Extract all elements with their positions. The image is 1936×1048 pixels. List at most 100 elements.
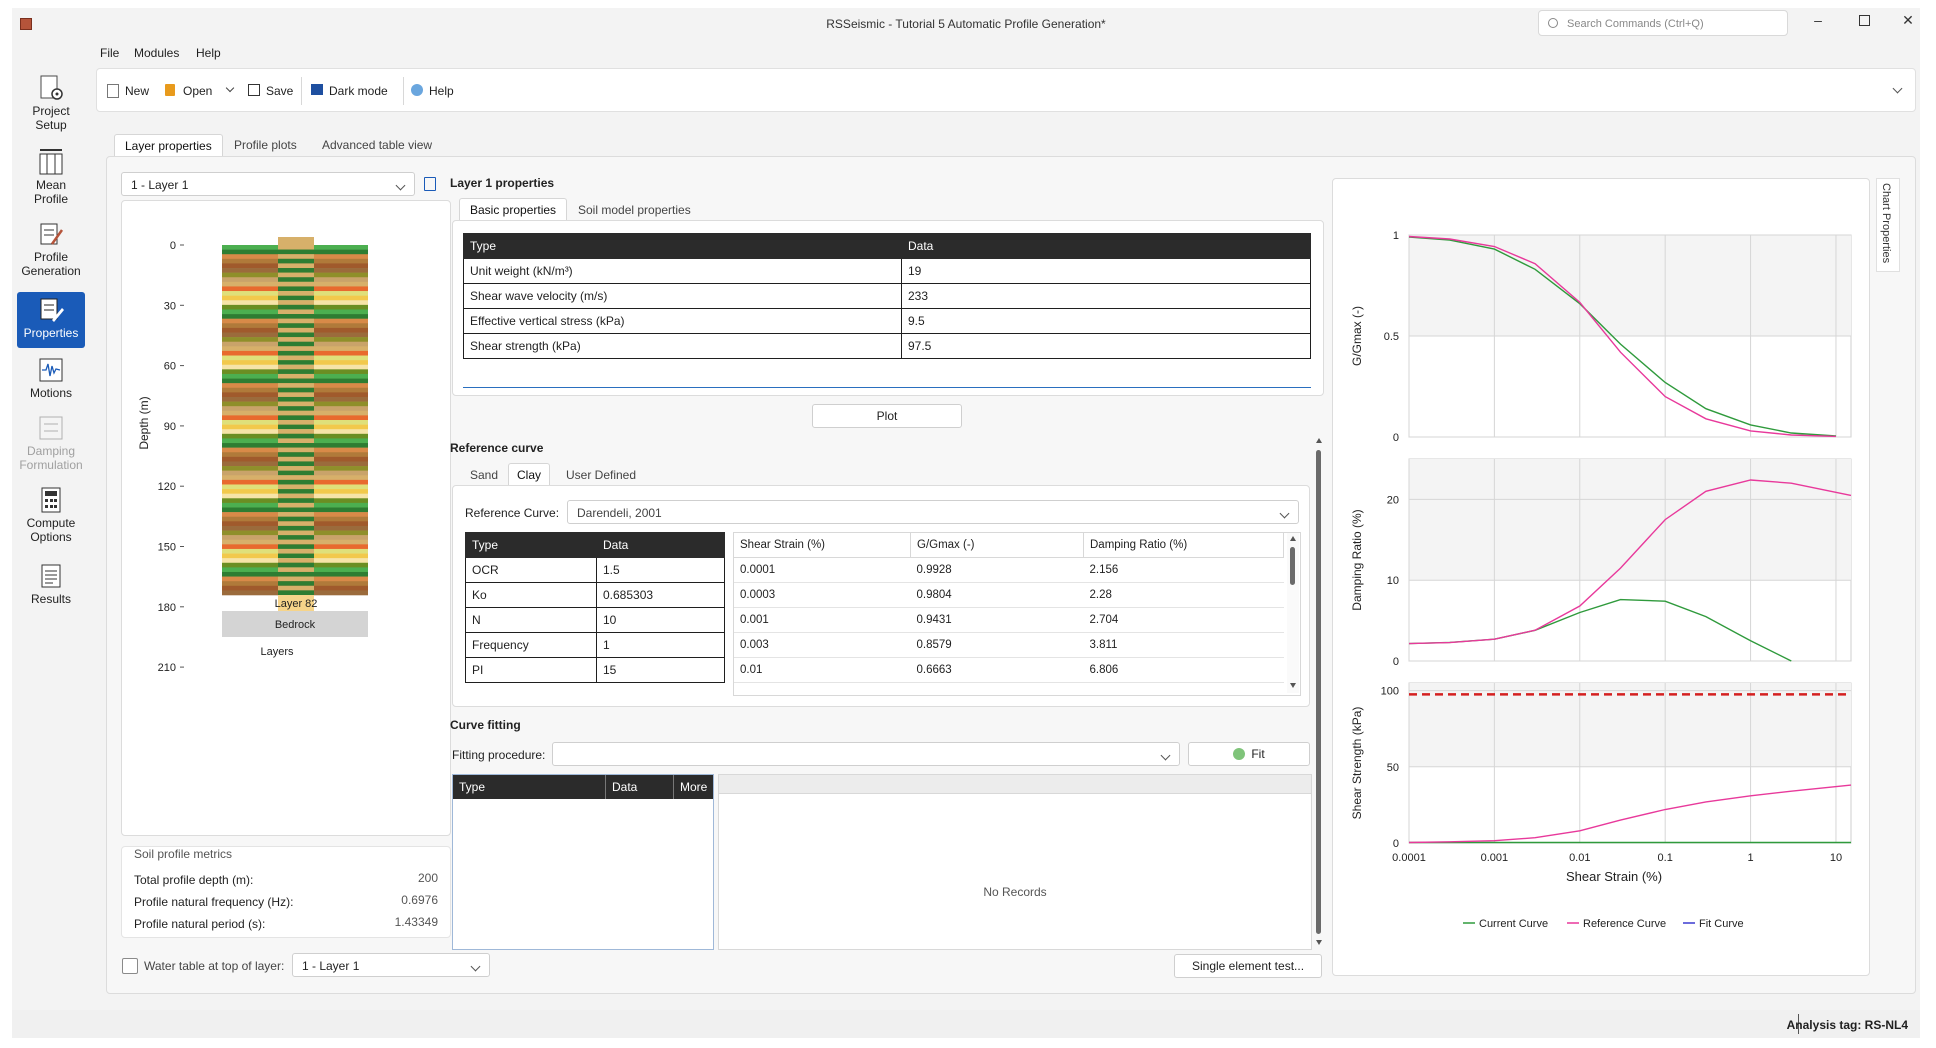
copy-layer-icon[interactable] [424, 177, 436, 191]
soil-layer-center[interactable] [278, 489, 314, 494]
close-button[interactable]: ✕ [1900, 12, 1916, 28]
soil-layer-center[interactable] [278, 502, 314, 508]
reference-curve-select[interactable]: Darendeli, 2001 [567, 500, 1299, 524]
restore-button[interactable] [1856, 12, 1872, 28]
soil-layer-center[interactable] [278, 318, 314, 324]
soil-layer-center[interactable] [278, 323, 314, 329]
table-row[interactable]: Shear wave velocity (m/s) 233 [463, 283, 1311, 309]
soil-layer-center[interactable] [278, 470, 314, 476]
soil-profile-chart[interactable]: 0 30 60 90 120 150 180 210 Depth (m) Layers Layer … [122, 201, 452, 837]
save-button[interactable]: Save [248, 83, 298, 99]
soil-layer-center[interactable] [278, 452, 314, 458]
soil-layer-center[interactable] [278, 401, 314, 407]
table-row[interactable]: Effective vertical stress (kPa) 9.5 [463, 308, 1311, 334]
sidebar-item-motions[interactable]: Motions [17, 356, 85, 408]
soil-layer-center[interactable] [278, 314, 314, 319]
table-row[interactable]: Ko 0.685303 [465, 582, 725, 608]
soil-layer-center[interactable] [278, 525, 314, 531]
soil-layer-center[interactable] [278, 484, 314, 490]
soil-layer-center[interactable] [278, 498, 314, 504]
water-table-checkbox[interactable] [122, 958, 138, 974]
soil-layer-center[interactable] [278, 291, 314, 296]
table-row[interactable]: 0.001 0.9431 2.704 [734, 607, 1284, 633]
tab-sand[interactable]: Sand [470, 468, 498, 482]
soil-layer-center[interactable] [278, 373, 314, 379]
tab-clay[interactable]: Clay [508, 463, 551, 486]
table-row[interactable]: Frequency 1 [465, 632, 725, 658]
soil-layer-center[interactable] [278, 479, 314, 485]
tab-profile-plots[interactable]: Profile plots [234, 138, 297, 152]
table-row[interactable]: 0.01 0.6663 6.806 [734, 657, 1284, 683]
soil-layer-center[interactable] [278, 553, 314, 559]
soil-layer-center[interactable] [278, 415, 314, 421]
soil-layer-center[interactable] [278, 254, 314, 260]
menu-file[interactable]: File [100, 46, 119, 60]
table-row[interactable]: Shear strength (kPa) 97.5 [463, 333, 1311, 359]
soil-layer-center[interactable] [278, 295, 314, 301]
soil-layer-center[interactable] [278, 466, 314, 471]
soil-layer-center[interactable] [278, 341, 314, 347]
help-button[interactable]: Help [411, 83, 461, 99]
curves-chart[interactable]: 0 0.5 1 G/Gmax (-) 0 10 20 Damping Ratio (%) 0 50… [1333, 179, 1871, 977]
soil-layer-center[interactable] [278, 346, 314, 352]
soil-layer-center[interactable] [278, 277, 314, 283]
soil-layer-center[interactable] [278, 567, 314, 573]
soil-layer-center[interactable] [278, 392, 314, 398]
soil-layer-center[interactable] [278, 281, 314, 287]
soil-layer-center[interactable] [278, 420, 314, 425]
scroll-down-arrow-icon[interactable] [1290, 683, 1296, 688]
new-button[interactable]: New [107, 83, 157, 99]
soil-layer-center[interactable] [278, 300, 314, 306]
table-row[interactable]: 0.003 0.8579 3.811 [734, 632, 1284, 658]
tab-user-defined[interactable]: User Defined [566, 468, 636, 482]
soil-layer-center[interactable] [278, 590, 314, 596]
soil-layer-center[interactable] [278, 332, 314, 338]
menu-modules[interactable]: Modules [134, 46, 179, 60]
toolbar-expand-chevron-icon[interactable] [1892, 83, 1903, 94]
plot-button[interactable]: Plot [812, 404, 962, 428]
soil-layer-center[interactable] [278, 443, 314, 448]
sidebar-item-properties[interactable]: Properties [17, 292, 85, 348]
curve-table-scrollbar[interactable] [1287, 533, 1299, 693]
fitting-procedure-select[interactable] [552, 742, 1180, 766]
soil-layer-center[interactable] [278, 493, 314, 499]
soil-layer-center[interactable] [278, 535, 314, 541]
soil-layer-center[interactable] [278, 396, 314, 402]
soil-layer-center[interactable] [278, 571, 314, 577]
soil-layer-center[interactable] [278, 433, 314, 439]
scrollbar-thumb[interactable] [1290, 547, 1295, 585]
sidebar-item-mean-profile[interactable]: Mean Profile [17, 148, 85, 214]
soil-layer-center[interactable] [278, 263, 314, 269]
soil-layer-center[interactable] [278, 581, 314, 587]
soil-layer-center[interactable] [278, 360, 314, 366]
tab-basic-properties[interactable]: Basic properties [459, 198, 568, 221]
soil-layer-center[interactable] [278, 272, 314, 278]
soil-layer-center[interactable] [278, 364, 314, 370]
soil-layer-center[interactable] [278, 585, 314, 591]
soil-layer-center[interactable] [278, 337, 314, 343]
chart-properties-tab[interactable]: Chart Properties [1876, 178, 1900, 272]
soil-layer-center[interactable] [278, 383, 314, 389]
soil-layer-center[interactable] [278, 438, 314, 444]
table-row[interactable]: 0.0001 0.9928 2.156 [734, 557, 1284, 583]
sidebar-item-compute-options[interactable]: Compute Options [17, 486, 85, 552]
table-row[interactable]: 0.0003 0.9804 2.28 [734, 582, 1284, 608]
soil-layer-center[interactable] [278, 539, 314, 545]
soil-layer-center[interactable] [278, 355, 314, 361]
soil-layer-center[interactable] [278, 507, 314, 513]
soil-layer-center[interactable] [278, 268, 314, 273]
table-row[interactable]: Unit weight (kN/m³) 19 [463, 258, 1311, 284]
soil-layer-center[interactable] [278, 387, 314, 393]
sidebar-item-project-setup[interactable]: Project Setup [17, 74, 85, 140]
soil-layer-center[interactable] [278, 378, 314, 384]
soil-layer-center[interactable] [278, 406, 314, 412]
soil-layer-center[interactable] [278, 429, 314, 435]
soil-layer-center[interactable] [278, 309, 314, 315]
soil-layer-center[interactable] [278, 461, 314, 467]
water-table-layer-select[interactable]: 1 - Layer 1 [292, 953, 490, 977]
dark-mode-button[interactable]: Dark mode [311, 83, 397, 99]
soil-layer-center[interactable] [278, 369, 314, 375]
soil-layer-center[interactable] [278, 249, 314, 255]
fit-button[interactable]: Fit [1188, 742, 1310, 766]
soil-layer-center[interactable] [278, 576, 314, 582]
